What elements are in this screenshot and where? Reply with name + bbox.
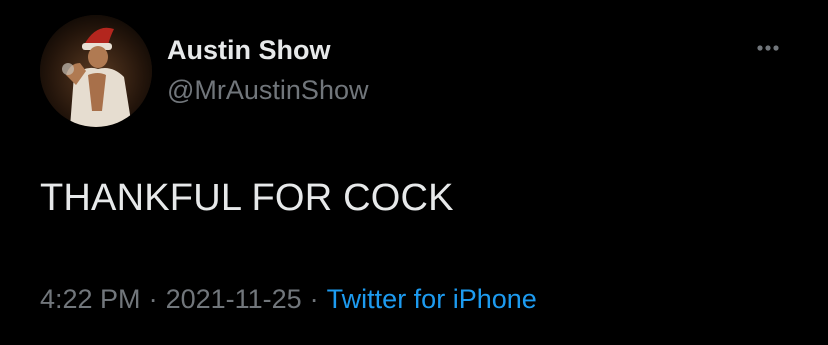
tweet-metadata: 4:22 PM · 2021-11-25 · Twitter for iPhone	[40, 282, 537, 316]
tweet-card: Austin Show @MrAustinShow THANKFUL FOR C…	[0, 0, 828, 345]
author-display-name[interactable]: Austin Show	[167, 34, 331, 66]
meta-separator: ·	[148, 284, 158, 314]
tweet-text: THANKFUL FOR COCK	[40, 177, 454, 219]
more-options-button[interactable]	[748, 34, 788, 62]
meta-separator: ·	[309, 284, 319, 314]
author-avatar[interactable]	[40, 15, 152, 127]
tweet-time[interactable]: 4:22 PM	[40, 284, 141, 314]
ellipsis-icon	[757, 45, 779, 51]
avatar-photo-icon	[40, 15, 152, 127]
tweet-source-link[interactable]: Twitter for iPhone	[327, 284, 537, 314]
tweet-date[interactable]: 2021-11-25	[166, 284, 302, 314]
author-handle[interactable]: @MrAustinShow	[167, 74, 368, 106]
